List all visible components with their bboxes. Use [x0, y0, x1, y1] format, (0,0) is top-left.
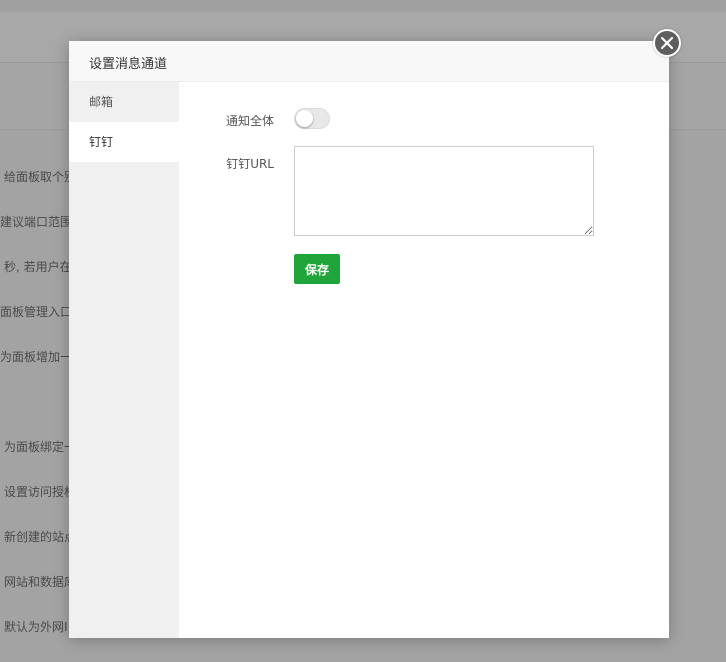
background-setting-text: 面板管理入口: [0, 305, 69, 319]
message-channel-dialog: 设置消息通道 邮箱 钉钉 通知全体 钉钉URL 保存: [69, 41, 669, 638]
close-dialog-button[interactable]: [653, 29, 681, 57]
toggle-knob: [296, 110, 313, 127]
background-setting-text: 建议端口范围: [0, 215, 69, 229]
save-button[interactable]: 保存: [294, 254, 340, 284]
background-setting-text: 为面板绑定一: [4, 440, 73, 454]
notify-all-label: 通知全体: [225, 114, 274, 128]
dingtalk-settings-form: 通知全体 钉钉URL 保存: [179, 82, 669, 638]
dingtalk-url-input[interactable]: [294, 146, 594, 236]
background-setting-text: 为面板增加一: [0, 350, 69, 364]
close-icon: [661, 37, 673, 49]
background-setting-text: 网站和数据库: [4, 575, 73, 589]
background-setting-text: 新创建的站点: [4, 530, 73, 544]
background-setting-text: 设置访问授权: [4, 485, 73, 499]
notify-all-toggle[interactable]: [294, 108, 330, 129]
dialog-header: 设置消息通道: [69, 41, 669, 82]
background-setting-text: 默认为外网I: [4, 620, 68, 634]
background-setting-text: 秒, 若用户在: [4, 260, 72, 274]
background-setting-text: 给面板取个别: [4, 170, 73, 184]
dingtalk-url-label: 钉钉URL: [226, 157, 274, 171]
background-topbar: [0, 0, 726, 12]
sidebar-item-dingtalk[interactable]: 钉钉: [69, 122, 179, 162]
channel-sidebar: 邮箱 钉钉: [69, 82, 179, 638]
dialog-title: 设置消息通道: [89, 57, 168, 72]
sidebar-item-email[interactable]: 邮箱: [69, 82, 179, 122]
